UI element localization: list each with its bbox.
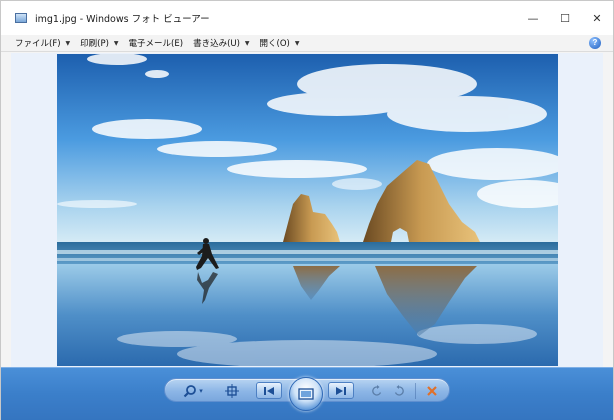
- chevron-down-icon: ▼: [244, 39, 250, 47]
- menu-burn-label: 書き込み(U): [193, 39, 240, 49]
- rotate-counterclockwise-button[interactable]: [369, 383, 385, 399]
- menu-burn[interactable]: 書き込み(U) ▼: [193, 37, 249, 49]
- menu-open[interactable]: 開く(O) ▼: [260, 37, 300, 49]
- help-icon[interactable]: ?: [589, 37, 601, 49]
- window-controls: — ☐ ✕: [517, 1, 613, 35]
- delete-icon: [427, 386, 437, 396]
- displayed-photo: [57, 54, 558, 366]
- photo-viewer-app-icon[interactable]: [15, 13, 27, 23]
- rotate-counterclockwise-icon: [372, 385, 382, 396]
- slideshow-button[interactable]: [289, 377, 323, 411]
- menu-email[interactable]: 電子メール(E): [129, 37, 184, 49]
- chevron-down-icon: ▼: [294, 39, 300, 47]
- image-view-area[interactable]: [11, 53, 603, 367]
- photo-viewer-window: img1.jpg - Windows フォト ビューアー — ☐ ✕ ファイル(…: [0, 0, 614, 420]
- rotate-clockwise-icon: [394, 385, 404, 396]
- menu-email-label: 電子メール(E): [128, 39, 184, 49]
- actual-size-button[interactable]: [223, 383, 241, 399]
- menu-bar: ファイル(F) ▼ 印刷(P) ▼ 電子メール(E) 書き込み(U) ▼ 開く(…: [1, 35, 613, 52]
- maximize-icon: ☐: [560, 11, 570, 25]
- close-icon: ✕: [592, 11, 602, 25]
- rotate-clockwise-button[interactable]: [391, 383, 407, 399]
- close-button[interactable]: ✕: [581, 1, 613, 35]
- slideshow-icon: [298, 388, 314, 400]
- chevron-down-icon: ▼: [65, 39, 71, 47]
- menu-file[interactable]: ファイル(F) ▼: [15, 37, 70, 49]
- zoom-icon: [183, 385, 197, 398]
- next-icon: [336, 386, 346, 395]
- actual-size-icon: [225, 384, 239, 398]
- menu-print[interactable]: 印刷(P) ▼: [80, 37, 118, 49]
- photo-beach-sea-stacks: [57, 54, 558, 366]
- zoom-button[interactable]: ▾: [177, 383, 209, 399]
- delete-button[interactable]: [423, 383, 441, 399]
- next-button[interactable]: [328, 382, 354, 399]
- menu-open-label: 開く(O): [259, 39, 290, 49]
- maximize-button[interactable]: ☐: [549, 1, 581, 35]
- title-bar[interactable]: img1.jpg - Windows フォト ビューアー — ☐ ✕: [1, 1, 613, 35]
- chevron-down-icon: ▼: [113, 39, 119, 47]
- previous-icon: [264, 386, 274, 395]
- playback-control-bar: ▾: [1, 367, 613, 420]
- minimize-button[interactable]: —: [517, 1, 549, 35]
- control-strip: ▾: [164, 377, 450, 411]
- menu-print-label: 印刷(P): [80, 39, 109, 49]
- minimize-icon: —: [527, 11, 539, 25]
- chevron-down-icon: ▾: [199, 387, 203, 395]
- menu-file-label: ファイル(F): [15, 39, 61, 49]
- toolbar-separator: [415, 383, 416, 399]
- previous-button[interactable]: [256, 382, 282, 399]
- navigation-group: [256, 377, 356, 411]
- window-title: img1.jpg - Windows フォト ビューアー: [35, 14, 210, 25]
